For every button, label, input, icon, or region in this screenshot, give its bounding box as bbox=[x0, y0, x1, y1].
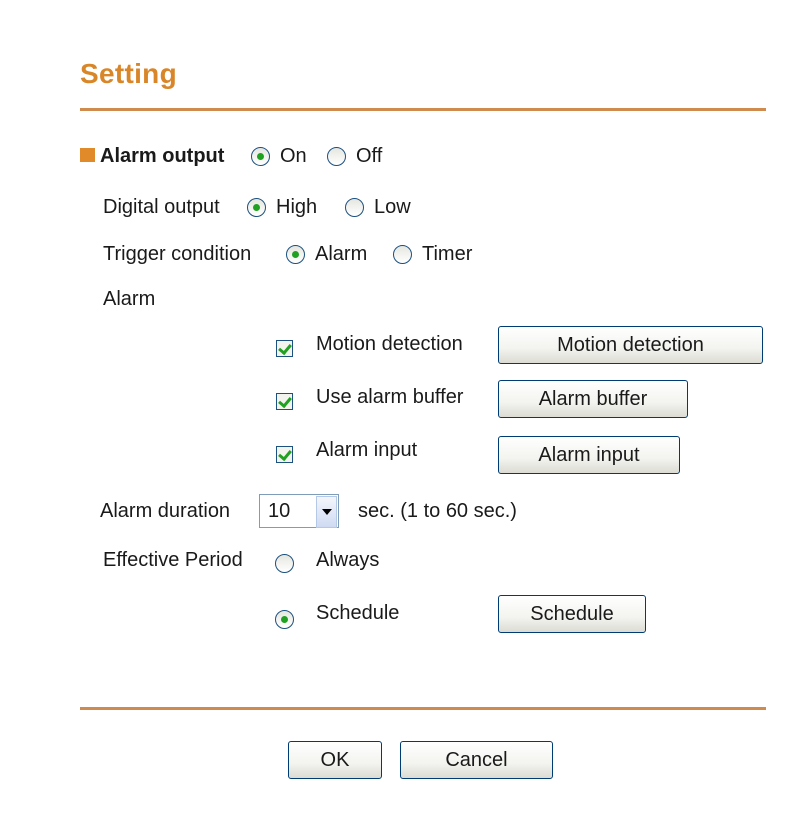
trigger-condition-label: Trigger condition bbox=[103, 243, 252, 265]
effective-period-schedule-label[interactable]: Schedule bbox=[316, 602, 399, 624]
use-alarm-buffer-checkbox[interactable] bbox=[276, 393, 293, 410]
digital-output-high-radio[interactable] bbox=[247, 198, 266, 217]
header-divider bbox=[80, 108, 766, 111]
digital-output-low-label[interactable]: Low bbox=[374, 196, 411, 218]
use-alarm-buffer-label[interactable]: Use alarm buffer bbox=[316, 386, 463, 408]
alarm-input-button[interactable]: Alarm input bbox=[498, 436, 680, 474]
alarm-input-checkbox[interactable] bbox=[276, 446, 293, 463]
alarm-section-label: Alarm bbox=[103, 288, 156, 310]
digital-output-label: Digital output bbox=[103, 196, 220, 218]
motion-detection-button[interactable]: Motion detection bbox=[498, 326, 763, 364]
motion-detection-checkbox[interactable] bbox=[276, 340, 293, 357]
trigger-timer-radio[interactable] bbox=[393, 245, 412, 264]
digital-output-high-label[interactable]: High bbox=[276, 196, 317, 218]
motion-detection-checkbox-label[interactable]: Motion detection bbox=[316, 333, 463, 355]
footer-divider bbox=[80, 707, 766, 710]
alarm-duration-hint: sec. (1 to 60 sec.) bbox=[358, 500, 517, 522]
alarm-buffer-button[interactable]: Alarm buffer bbox=[498, 380, 688, 418]
trigger-alarm-label[interactable]: Alarm bbox=[315, 243, 367, 265]
alarm-output-off-label[interactable]: Off bbox=[356, 145, 382, 167]
page-title: Setting bbox=[80, 58, 177, 89]
trigger-alarm-radio[interactable] bbox=[286, 245, 305, 264]
effective-period-always-label[interactable]: Always bbox=[316, 549, 379, 571]
alarm-output-off-radio[interactable] bbox=[327, 147, 346, 166]
alarm-output-on-label[interactable]: On bbox=[280, 145, 307, 167]
alarm-output-label: Alarm output bbox=[100, 145, 225, 167]
alarm-input-checkbox-label[interactable]: Alarm input bbox=[316, 439, 417, 461]
effective-period-label: Effective Period bbox=[103, 549, 243, 571]
dropdown-arrow-icon[interactable] bbox=[316, 496, 337, 528]
cancel-button[interactable]: Cancel bbox=[400, 741, 553, 779]
effective-period-always-radio[interactable] bbox=[275, 554, 294, 573]
alarm-duration-select[interactable]: 10 bbox=[259, 494, 339, 528]
alarm-duration-label: Alarm duration bbox=[100, 500, 231, 522]
alarm-output-on-radio[interactable] bbox=[251, 147, 270, 166]
ok-button[interactable]: OK bbox=[288, 741, 382, 779]
alarm-duration-value: 10 bbox=[268, 500, 291, 522]
schedule-button[interactable]: Schedule bbox=[498, 595, 646, 633]
section-marker-icon bbox=[80, 148, 95, 162]
trigger-timer-label[interactable]: Timer bbox=[422, 243, 472, 265]
effective-period-schedule-radio[interactable] bbox=[275, 610, 294, 629]
digital-output-low-radio[interactable] bbox=[345, 198, 364, 217]
